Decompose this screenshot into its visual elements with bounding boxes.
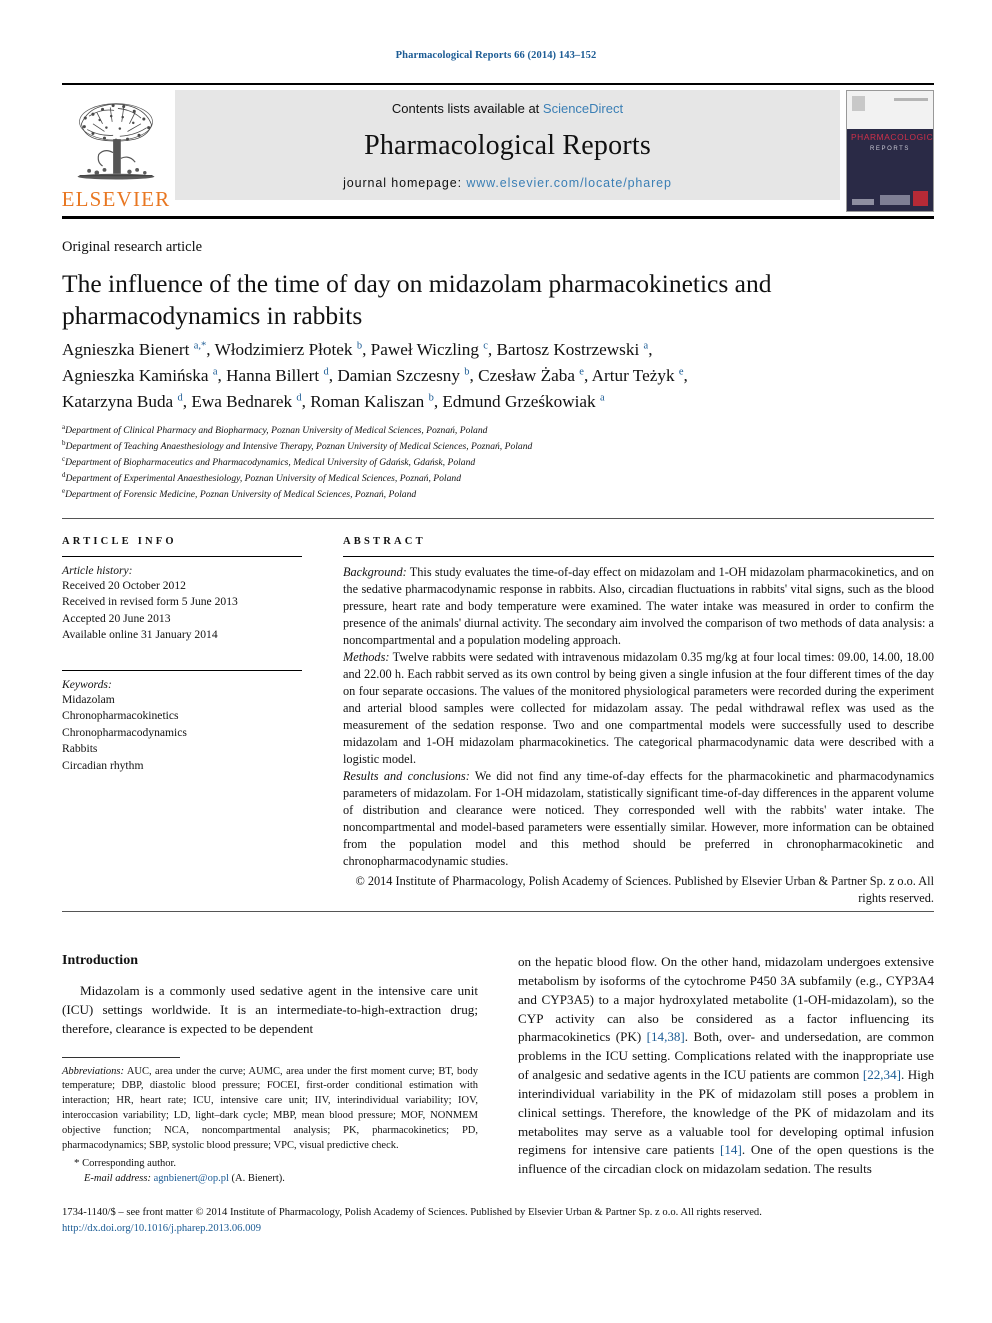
affiliation-text: Department of Teaching Anaesthesiology a… — [65, 441, 533, 453]
journal-cover-thumbnail[interactable]: PHARMACOLOGICAL REPORTS — [846, 90, 934, 212]
masthead-bottom-rule — [62, 216, 934, 219]
keyword-item: Rabbits — [62, 742, 98, 756]
affiliation-item: aDepartment of Clinical Pharmacy and Bio… — [62, 423, 922, 439]
affiliation-item: bDepartment of Teaching Anaesthesiology … — [62, 439, 922, 455]
article-history-heading: Article history: — [62, 564, 133, 577]
abstract-column: ABSTRACT Background: This study evaluate… — [343, 536, 934, 907]
affiliation-text: Department of Clinical Pharmacy and Biop… — [65, 425, 488, 436]
citation-ref[interactable]: [22,34] — [863, 1067, 901, 1082]
keyword-item: Chronopharmacodynamics — [62, 725, 187, 739]
journal-band: Contents lists available at ScienceDirec… — [175, 90, 840, 200]
affiliation-text: Department of Experimental Anaesthesiolo… — [65, 473, 462, 485]
abbreviations-text: AUC, area under the curve; AUMC, area un… — [62, 1065, 478, 1152]
abstract-background: Background: This study evaluates the tim… — [343, 564, 934, 649]
author-line-3: Katarzyna Buda d, Ewa Bednarek d, Roman … — [62, 392, 605, 412]
abstract-block-bottom-rule — [62, 911, 934, 912]
email-line: E-mail address: agnbienert@op.pl (A. Bie… — [84, 1172, 478, 1187]
keyword-item: Circadian rhythm — [62, 758, 144, 772]
keywords-heading: Keywords: — [62, 677, 112, 691]
email-link[interactable]: agnbienert@op.pl — [154, 1173, 229, 1184]
sciencedirect-link[interactable]: ScienceDirect — [543, 101, 623, 116]
body-column-left: Introduction Midazolam is a commonly use… — [62, 953, 478, 1187]
abstract-background-text: This study evaluates the time-of-day eff… — [343, 565, 934, 648]
cover-elsevier-logo-icon — [852, 96, 865, 111]
elsevier-logo: ELSEVIER — [62, 90, 170, 212]
article-type: Original research article — [62, 239, 203, 255]
abstract-block-top-rule — [62, 518, 934, 519]
affiliation-item: dDepartment of Experimental Anaesthesiol… — [62, 471, 922, 487]
article-info-divider — [62, 556, 302, 557]
elsevier-wordmark: ELSEVIER — [61, 187, 171, 211]
introduction-continued: on the hepatic blood flow. On the other … — [518, 953, 934, 1179]
asterisk-icon: * — [74, 1156, 80, 1169]
keywords-divider — [62, 669, 302, 671]
cover-footer-left — [852, 199, 874, 205]
article-info-column: ARTICLE INFO Article history: Received 2… — [62, 536, 302, 774]
keyword-item: Midazolam — [62, 692, 115, 706]
abbreviations-label: Abbreviations: — [62, 1065, 125, 1077]
abstract-body: Background: This study evaluates the tim… — [343, 564, 934, 870]
cover-subtitle: REPORTS — [869, 146, 911, 152]
email-label: E-mail address: — [84, 1172, 151, 1184]
abstract-copyright: © 2014 Institute of Pharmacology, Polish… — [355, 874, 934, 906]
abstract-results-text: We did not find any time-of-day effects … — [343, 769, 934, 869]
abstract-results: Results and conclusions: We did not find… — [343, 768, 934, 870]
author-line-2: Agnieszka Kamińska a, Hanna Billert d, D… — [62, 366, 688, 386]
keywords-block: Keywords: Midazolam Chronopharmacokineti… — [62, 669, 302, 774]
journal-masthead: ELSEVIER Contents lists available at Sci… — [62, 83, 934, 212]
abstract-background-label: Background: — [343, 565, 407, 579]
corresponding-author-text: Corresponding author. — [82, 1157, 177, 1169]
corresponding-author-footnote: * Corresponding author. E-mail address: … — [74, 1156, 478, 1187]
citation-ref[interactable]: [14,38] — [647, 1029, 685, 1044]
cover-issue-line — [894, 98, 928, 101]
elsevier-tree-icon — [77, 103, 155, 180]
abbreviations-footnote: Abbreviations: AUC, area under the curve… — [62, 1065, 478, 1154]
running-head: Pharmacological Reports 66 (2014) 143–15… — [395, 50, 597, 61]
abstract-label: ABSTRACT — [343, 536, 426, 547]
abstract-divider — [343, 556, 934, 557]
abstract-results-label: Results and conclusions: — [343, 769, 470, 784]
affiliation-item: eDepartment of Forensic Medicine, Poznan… — [62, 487, 922, 503]
body-column-right: on the hepatic blood flow. On the other … — [518, 953, 934, 1179]
footer-copyright: 1734-1140/$ – see front matter © 2014 In… — [62, 1207, 762, 1218]
journal-title: Pharmacological Reports — [364, 130, 651, 161]
abstract-methods-text: Twelve rabbits were sedated with intrave… — [343, 650, 934, 767]
footnote-rule — [62, 1056, 180, 1058]
cover-society-emblem-icon — [913, 191, 928, 206]
history-item: Accepted 20 June 2013 — [62, 611, 171, 625]
doi-link[interactable]: http://dx.doi.org/10.1016/j.pharep.2013.… — [62, 1221, 934, 1237]
citation-ref[interactable]: [14] — [720, 1142, 742, 1157]
cover-title: PHARMACOLOGICAL — [851, 132, 934, 142]
abstract-methods: Methods: Twelve rabbits were sedated wit… — [343, 649, 934, 768]
introduction-heading: Introduction — [62, 953, 138, 968]
history-item: Received 20 October 2012 — [62, 579, 186, 592]
email-owner: (A. Bienert). — [231, 1172, 285, 1184]
cover-footer-mid — [880, 195, 910, 205]
homepage-prefix: journal homepage: — [343, 176, 467, 190]
page-footer: 1734-1140/$ – see front matter © 2014 In… — [62, 1205, 934, 1237]
journal-homepage-link[interactable]: www.elsevier.com/locate/pharep — [466, 176, 672, 190]
affiliation-item: cDepartment of Biopharmaceutics and Phar… — [62, 455, 922, 471]
contents-prefix: Contents lists available at — [391, 101, 543, 116]
page-title: The influence of the time of day on mida… — [62, 269, 772, 331]
journal-homepage-line: journal homepage: www.elsevier.com/locat… — [343, 176, 672, 190]
journal-article-page: Pharmacological Reports 66 (2014) 143–15… — [0, 0, 992, 1323]
history-item: Received in revised form 5 June 2013 — [62, 595, 238, 609]
introduction-paragraph: Midazolam is a commonly used sedative ag… — [62, 982, 478, 1039]
keyword-item: Chronopharmacokinetics — [62, 709, 179, 723]
affiliation-text: Department of Biopharmaceutics and Pharm… — [65, 457, 476, 469]
contents-available-line: Contents lists available at ScienceDirec… — [392, 101, 623, 116]
author-line-1: Agnieszka Bienert a,*, Włodzimierz Płote… — [62, 340, 653, 359]
abstract-methods-label: Methods: — [343, 650, 390, 665]
introduction-paragraph-text: Midazolam is a commonly used sedative ag… — [62, 983, 478, 1036]
author-list: Agnieszka Bienert a,*, Włodzimierz Płote… — [62, 337, 922, 415]
article-info-label: ARTICLE INFO — [62, 536, 177, 547]
history-item: Available online 31 January 2014 — [62, 628, 218, 642]
affiliation-list: aDepartment of Clinical Pharmacy and Bio… — [62, 423, 922, 504]
affiliation-text: Department of Forensic Medicine, Poznan … — [65, 489, 417, 501]
